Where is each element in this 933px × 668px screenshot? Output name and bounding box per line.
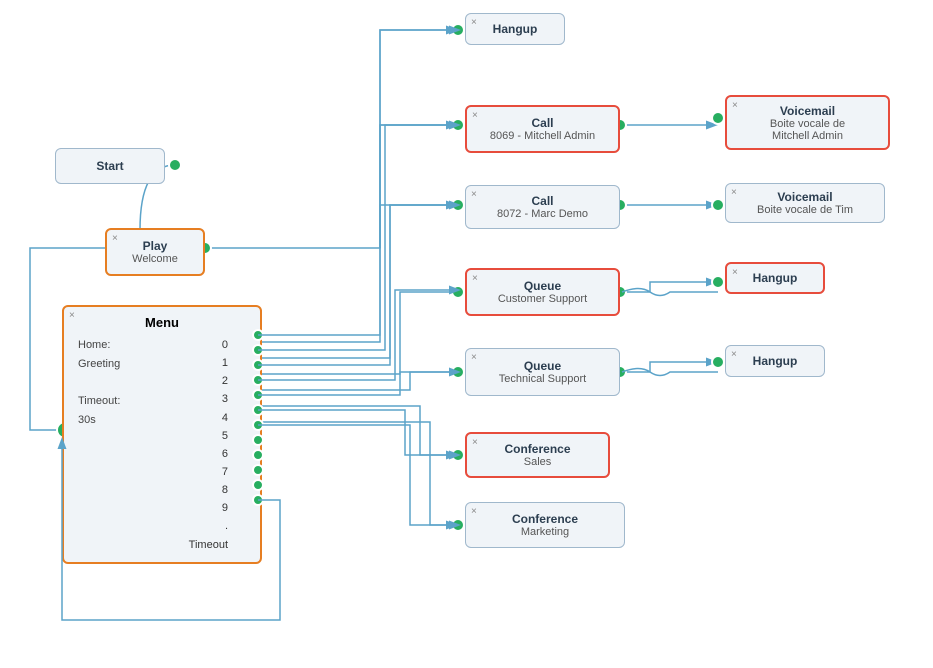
queue-customer-title: Queue <box>524 279 561 293</box>
hangup-customer-close[interactable]: × <box>732 267 738 278</box>
play-welcome-node: × Play Welcome <box>105 228 205 276</box>
voicemail-tim-node: × Voicemail Boite vocale de Tim <box>725 183 885 223</box>
voicemail-tim-subtitle: Boite vocale de Tim <box>757 204 853 216</box>
hangup-technical-node: × Hangup <box>725 345 825 377</box>
queue-technical-subtitle: Technical Support <box>499 373 586 385</box>
conference-marketing-close[interactable]: × <box>471 506 477 517</box>
hangup-customer-title: Hangup <box>753 271 798 285</box>
call-8072-subtitle: 8072 - Marc Demo <box>497 208 588 220</box>
call-8072-title: Call <box>531 194 553 208</box>
call-8072-close[interactable]: × <box>471 189 477 200</box>
hangup-top-close[interactable]: × <box>471 17 477 28</box>
hangup-technical-title: Hangup <box>753 354 798 368</box>
play-close-icon[interactable]: × <box>112 233 118 244</box>
menu-numbers: 0 1 2 3 4 5 6 7 8 9 . Timeout <box>189 336 246 554</box>
call-8072-node: × Call 8072 - Marc Demo <box>465 185 620 229</box>
conference-sales-subtitle: Sales <box>524 456 552 468</box>
conference-sales-node: × Conference Sales <box>465 432 610 478</box>
queue-customer-subtitle: Customer Support <box>498 293 587 305</box>
call-8069-node: × Call 8069 - Mitchell Admin <box>465 105 620 153</box>
voicemail-mitchell-title: Voicemail <box>780 104 835 118</box>
menu-close-icon[interactable]: × <box>69 310 75 321</box>
call-8069-title: Call <box>531 116 553 130</box>
voicemail-mitchell-subtitle: Boite vocale de Mitchell Admin <box>770 118 845 142</box>
menu-title: Menu <box>78 315 246 330</box>
conference-marketing-subtitle: Marketing <box>521 526 569 538</box>
conference-marketing-node: × Conference Marketing <box>465 502 625 548</box>
conference-sales-title: Conference <box>504 442 570 456</box>
voicemail-tim-title: Voicemail <box>777 190 832 204</box>
menu-node: × Menu Home: Greeting Timeout: 30s 0 1 2… <box>62 305 262 564</box>
hangup-technical-close[interactable]: × <box>731 349 737 360</box>
hangup-top-title: Hangup <box>493 22 538 36</box>
hangup-customer-node: × Hangup <box>725 262 825 294</box>
call-8069-subtitle: 8069 - Mitchell Admin <box>490 130 595 142</box>
voicemail-mitchell-node: × Voicemail Boite vocale de Mitchell Adm… <box>725 95 890 150</box>
conference-sales-close[interactable]: × <box>472 437 478 448</box>
start-node: Start <box>55 148 165 184</box>
voicemail-tim-close[interactable]: × <box>731 187 737 198</box>
queue-technical-title: Queue <box>524 359 561 373</box>
conference-marketing-title: Conference <box>512 512 578 526</box>
menu-info: Home: Greeting Timeout: 30s <box>78 336 120 429</box>
queue-customer-close[interactable]: × <box>472 273 478 284</box>
queue-customer-node: × Queue Customer Support <box>465 268 620 316</box>
play-subtitle: Welcome <box>132 253 178 265</box>
start-label: Start <box>96 159 123 173</box>
hangup-top-node: × Hangup <box>465 13 565 45</box>
queue-technical-node: × Queue Technical Support <box>465 348 620 396</box>
voicemail-mitchell-close[interactable]: × <box>732 100 738 111</box>
call-8069-close[interactable]: × <box>472 110 478 121</box>
play-title: Play <box>143 239 168 253</box>
queue-technical-close[interactable]: × <box>471 352 477 363</box>
